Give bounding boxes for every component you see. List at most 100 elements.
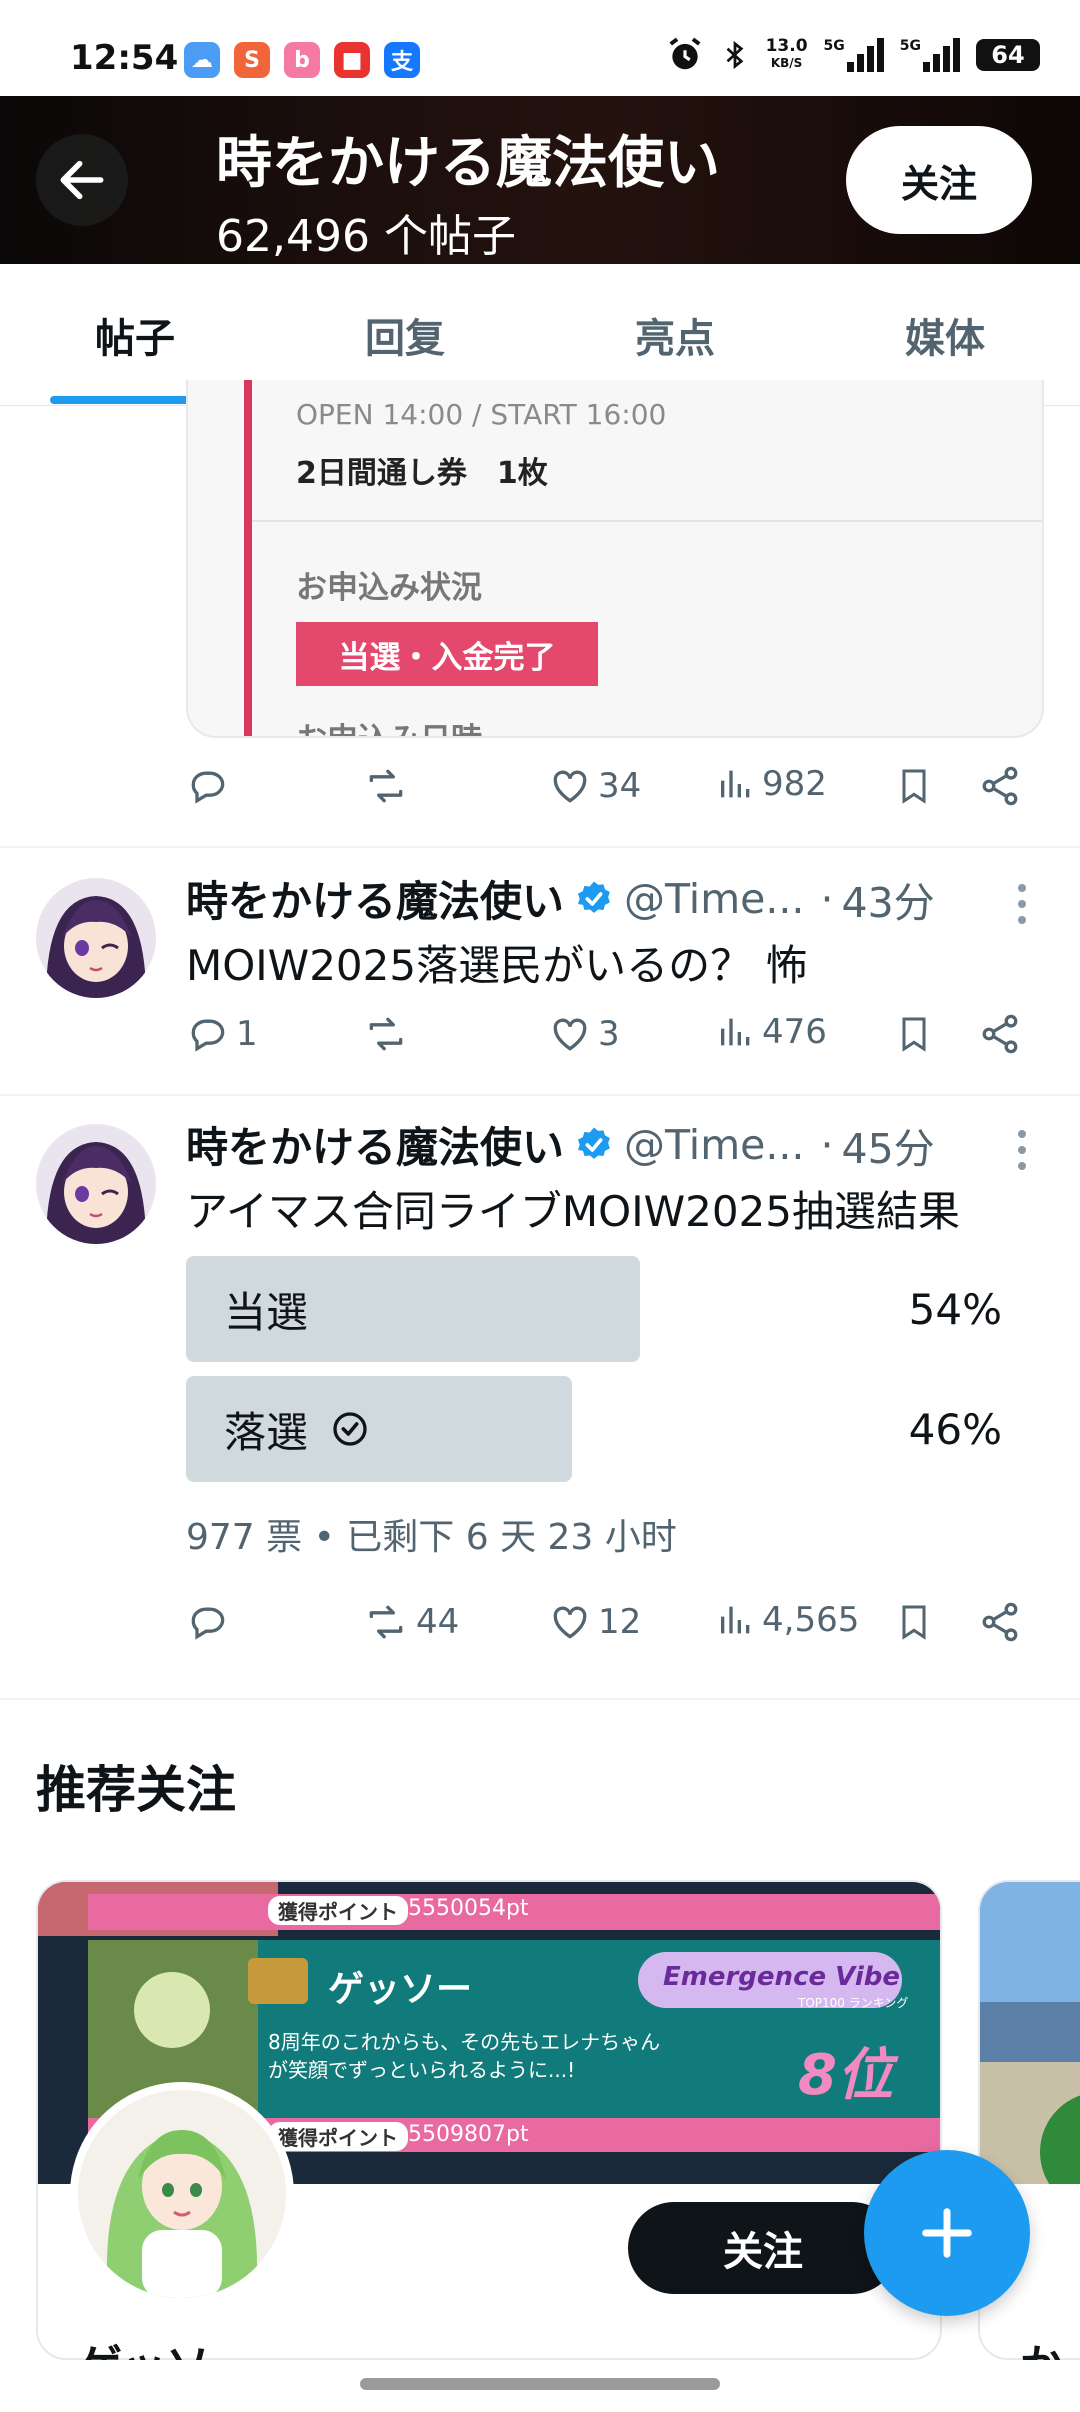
avatar[interactable] bbox=[36, 1124, 156, 1244]
check-circle-icon bbox=[333, 1412, 367, 1446]
bookmark-button[interactable] bbox=[894, 1600, 934, 1644]
poll-option-2: 落選 46% bbox=[186, 1376, 1026, 1482]
status-bar: 12:54 ☁ S b ■ 支 13.0 KB/S 5G 5G 64 bbox=[0, 0, 1080, 96]
reply-button[interactable]: 1 bbox=[186, 1012, 258, 1056]
signal-bars-icon bbox=[846, 38, 884, 72]
alipay-app-icon: 支 bbox=[384, 42, 420, 78]
poll-percent: 46% bbox=[908, 1404, 1002, 1454]
like-count: 3 bbox=[598, 1014, 620, 1054]
poll-percent: 54% bbox=[908, 1284, 1002, 1334]
home-indicator[interactable] bbox=[360, 2378, 720, 2390]
image-text-ticket: 2日間通し券 1枚 bbox=[296, 456, 548, 491]
compose-button[interactable] bbox=[864, 2150, 1030, 2316]
post-actions: 1 3 476 bbox=[186, 1012, 1026, 1072]
view-count: 982 bbox=[762, 764, 827, 804]
sim1-label: 5G bbox=[823, 38, 845, 54]
avatar[interactable] bbox=[36, 878, 156, 998]
bookmark-button[interactable] bbox=[894, 764, 934, 808]
post-time[interactable]: 45分 bbox=[842, 1115, 935, 1175]
bookmark-button[interactable] bbox=[894, 1012, 934, 1056]
profile-header: 時をかける魔法使い 62,496 个帖子 关注 bbox=[0, 96, 1080, 264]
share-icon bbox=[982, 1602, 1018, 1642]
share-button[interactable] bbox=[978, 1012, 1022, 1056]
bookmark-icon bbox=[902, 769, 926, 804]
banner-point-value: 5509807pt bbox=[408, 2122, 529, 2147]
banner-player-name: ゲッソー bbox=[328, 1969, 473, 2010]
author-name[interactable]: 時をかける魔法使い bbox=[186, 1114, 564, 1175]
banner-message-2: が笑顔でずっといられるように...! bbox=[268, 2058, 576, 2082]
image-text-open-start: OPEN 14:00 / START 16:00 bbox=[296, 398, 667, 431]
author-name[interactable]: 時をかける魔法使い bbox=[186, 868, 564, 929]
post-image[interactable]: OPEN 14:00 / START 16:00 2日間通し券 1枚 お申込み状… bbox=[186, 380, 1044, 738]
green-hair-girl-avatar-icon bbox=[78, 2090, 286, 2298]
reply-button[interactable] bbox=[186, 1600, 230, 1644]
banner-rank-label: TOP100 ランキング bbox=[798, 1996, 909, 2010]
views-button[interactable]: 4,565 bbox=[716, 1600, 859, 1640]
share-button[interactable] bbox=[978, 764, 1022, 808]
poll-option-label: 当選 bbox=[224, 1256, 308, 1362]
repost-icon bbox=[369, 1017, 403, 1051]
banner-message-1: 8周年のこれからも、その先もエレナちゃん bbox=[268, 2030, 661, 2054]
share-button[interactable] bbox=[978, 1600, 1022, 1644]
s-app-icon: S bbox=[234, 42, 270, 78]
net-speed-value: 13.0 bbox=[765, 36, 808, 56]
status-indicators: 13.0 KB/S 5G 5G 64 bbox=[666, 36, 1040, 74]
post-count: 62,496 个帖子 bbox=[216, 211, 516, 262]
battery-indicator: 64 bbox=[976, 39, 1040, 71]
net-speed-unit: KB/S bbox=[770, 56, 803, 70]
share-icon bbox=[982, 766, 1018, 806]
separator-dot: · bbox=[820, 874, 834, 923]
weather-app-icon: ☁ bbox=[184, 42, 220, 78]
views-button[interactable]: 982 bbox=[716, 764, 827, 804]
repost-icon bbox=[369, 1605, 403, 1639]
banner-point-value: 5550054pt bbox=[408, 1896, 529, 1921]
banner-point-label: 獲得ポイント bbox=[268, 2122, 408, 2151]
follow-button[interactable]: 关注 bbox=[846, 126, 1032, 234]
poll-meta: 977 票 • 已剩下 6 天 23 小时 bbox=[186, 1517, 677, 1558]
post-actions: 44 12 4,565 bbox=[186, 1600, 1026, 1660]
more-icon[interactable] bbox=[1018, 884, 1028, 924]
bluetooth-icon bbox=[726, 40, 743, 70]
post-divider bbox=[0, 846, 1080, 848]
author-handle[interactable]: @Time... bbox=[624, 875, 804, 923]
repost-button[interactable]: 44 bbox=[362, 1600, 459, 1644]
reply-count: 1 bbox=[236, 1014, 258, 1054]
plus-icon bbox=[922, 2208, 972, 2258]
poll-option-text: 落選 bbox=[224, 1407, 309, 1457]
recommend-title: 推荐关注 bbox=[36, 1761, 236, 1819]
repost-button[interactable] bbox=[362, 764, 410, 808]
banner-point-label: 獲得ポイント bbox=[268, 1896, 408, 1925]
follow-button[interactable]: 关注 bbox=[628, 2202, 898, 2294]
status-time: 12:54 bbox=[70, 38, 179, 78]
poll-option-text: 当選 bbox=[224, 1287, 309, 1337]
recommend-avatar[interactable] bbox=[70, 2082, 294, 2306]
image-text-date-label: お申込み日時 bbox=[296, 714, 482, 736]
banner-rank: 8位 bbox=[798, 2043, 893, 2108]
anime-girl-avatar-icon bbox=[36, 878, 156, 998]
profile-name: 時をかける魔法使い bbox=[216, 131, 720, 196]
back-arrow-icon bbox=[60, 160, 104, 200]
like-button[interactable]: 3 bbox=[548, 1012, 620, 1056]
post-divider bbox=[0, 1094, 1080, 1096]
section-divider bbox=[0, 1698, 1080, 1700]
poll-option-label: 落選 bbox=[224, 1376, 370, 1482]
share-icon bbox=[982, 1014, 1018, 1054]
bilibili-app-icon: b bbox=[284, 42, 320, 78]
like-button[interactable]: 34 bbox=[548, 764, 641, 808]
post-text: アイマス合同ライブMOIW2025抽選結果 bbox=[186, 1187, 960, 1236]
repost-button[interactable] bbox=[362, 1012, 410, 1056]
anime-girl-avatar-icon bbox=[36, 1124, 156, 1244]
repost-count: 44 bbox=[416, 1602, 460, 1642]
back-button[interactable] bbox=[36, 134, 128, 226]
signal-sim2: 5G bbox=[900, 38, 960, 72]
verified-icon bbox=[574, 1125, 614, 1165]
alarm-icon bbox=[669, 37, 701, 70]
reply-button[interactable] bbox=[186, 764, 230, 808]
views-button[interactable]: 476 bbox=[716, 1012, 827, 1052]
bookmark-icon bbox=[902, 1017, 926, 1052]
more-icon[interactable] bbox=[1018, 1130, 1028, 1170]
like-button[interactable]: 12 bbox=[548, 1600, 641, 1644]
author-handle[interactable]: @Time... bbox=[624, 1121, 804, 1169]
post-time[interactable]: 43分 bbox=[842, 869, 935, 929]
status-app-icons: ☁ S b ■ 支 bbox=[184, 42, 420, 78]
